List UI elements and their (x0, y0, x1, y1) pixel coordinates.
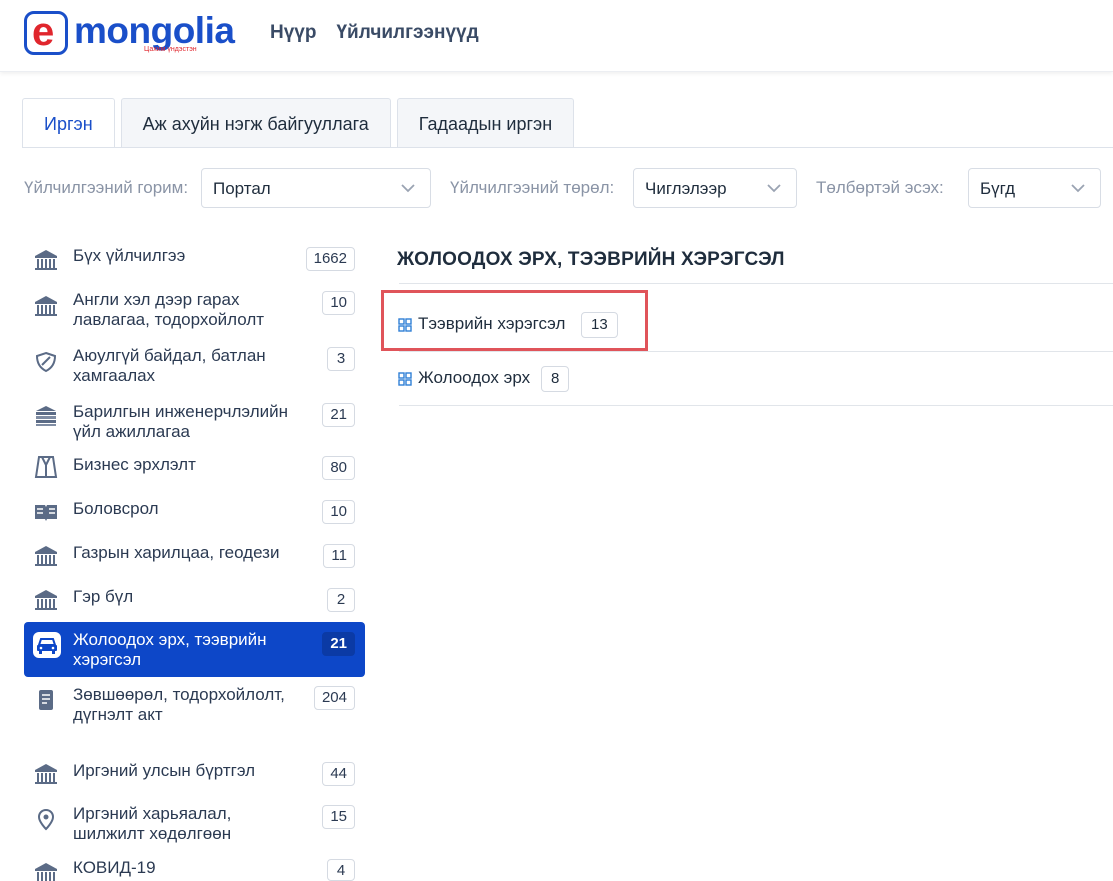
mode-filter-label: Үйлчилгээний горим: (24, 178, 189, 197)
category-count: 10 (322, 291, 355, 315)
category-label: Англи хэл дээр гарах лавлагаа, тодорхойл… (73, 290, 265, 329)
tab-foreign-citizen[interactable]: Гадаадын иргэн (396, 98, 575, 148)
category-count: 1662 (305, 247, 355, 271)
suit-icon (34, 456, 58, 478)
logo-e-box: e (24, 10, 68, 55)
category-education[interactable]: Боловсрол 10 (24, 496, 365, 540)
category-label: Боловсрол (73, 499, 159, 518)
document-icon (39, 690, 53, 710)
chevron-down-icon (401, 184, 415, 193)
building-icon (35, 296, 57, 316)
shield-icon (35, 351, 57, 373)
nav-home[interactable]: Нүүр (270, 20, 316, 46)
building-icon (35, 250, 57, 270)
category-count: 2 (327, 588, 355, 612)
category-label: КОВИД-19 (73, 858, 156, 877)
category-count: 15 (322, 805, 355, 829)
title-divider (399, 283, 1113, 284)
building-icon (35, 590, 57, 610)
category-label: Аюулгүй байдал, батлан хамгаалах (73, 346, 266, 385)
top-header: e mongolia Цахим үндэстэн Нүүр Үйлчилгээ… (0, 0, 1113, 72)
tabs-divider (22, 147, 1113, 148)
category-label: Бүх үйлчилгээ (73, 246, 186, 265)
category-label: Иргэний харьяалал, шилжилт хөдөлгөөн (73, 804, 232, 843)
car-icon (33, 632, 61, 658)
category-label: Газрын харилцаа, геодези (73, 543, 280, 562)
paid-select-value: Бүгд (980, 179, 1016, 198)
highlight-box (381, 290, 648, 351)
category-count: 10 (322, 500, 355, 524)
category-count: 11 (323, 544, 355, 568)
tab-organization[interactable]: Аж ахуйн нэгж байгууллага (120, 98, 391, 148)
category-permits-certificates[interactable]: Зөвшөөрөл, тодорхойлолт, дүгнэлт акт 204 (24, 682, 365, 754)
construction-icon (36, 406, 56, 426)
filter-bar: Үйлчилгээний горим: Портал Үйлчилгээний … (24, 168, 1113, 208)
mode-select[interactable]: Портал (201, 168, 431, 208)
book-icon (35, 505, 57, 521)
category-land-geodesy[interactable]: Газрын харилцаа, геодези 11 (24, 540, 365, 584)
paid-select[interactable]: Бүгд (968, 168, 1101, 208)
row-divider (399, 351, 1113, 352)
row-divider (399, 405, 1113, 406)
location-pin-icon (37, 808, 55, 831)
category-security-defense[interactable]: Аюулгүй байдал, батлан хамгаалах 3 (24, 340, 365, 396)
building-icon (35, 546, 57, 566)
category-covid-19[interactable]: КОВИД-19 4 (24, 854, 365, 881)
category-all-services[interactable]: Бүх үйлчилгээ 1662 (24, 232, 365, 284)
category-count: 21 (322, 403, 355, 427)
category-label: Иргэний улсын бүртгэл (73, 761, 256, 780)
category-label: Зөвшөөрөл, тодорхойлолт, дүгнэлт акт (73, 685, 285, 724)
type-select-value: Чиглэлээр (645, 179, 727, 198)
paid-filter-label: Төлбөртэй эсэх: (816, 178, 944, 197)
section-title: ЖОЛООДОХ ЭРХ, ТЭЭВРИЙН ХЭРЭГСЭЛ (397, 249, 785, 270)
category-label: Жолоодох эрх, тээврийн хэрэгсэл (73, 630, 267, 669)
type-select[interactable]: Чиглэлээр (633, 168, 797, 208)
category-count: 204 (313, 686, 355, 710)
category-count: 44 (322, 762, 355, 786)
audience-tabs: Иргэн Аж ахуйн нэгж байгууллага Гадаадын… (22, 98, 580, 148)
category-business[interactable]: Бизнес эрхлэлт 80 (24, 452, 365, 496)
main-nav: Нүүр Үйлчилгээнүүд (270, 20, 479, 46)
nav-services[interactable]: Үйлчилгээнүүд (336, 20, 478, 46)
logo-e-letter: e (32, 10, 55, 54)
category-citizenship-migration[interactable]: Иргэний харьяалал, шилжилт хөдөлгөөн 15 (24, 798, 365, 854)
category-count: 4 (327, 859, 355, 881)
subcategory-count: 8 (541, 366, 570, 392)
tab-citizen[interactable]: Иргэн (22, 98, 115, 148)
category-label: Бизнес эрхлэлт (73, 455, 196, 474)
category-label: Барилгын инженерчлэлийн үйл ажиллагаа (73, 402, 289, 441)
type-filter-label: Үйлчилгээний төрөл: (450, 178, 615, 197)
building-icon (35, 764, 57, 784)
category-driving-vehicles[interactable]: Жолоодох эрх, тээврийн хэрэгсэл 21 (24, 622, 365, 677)
grid-icon (398, 372, 412, 386)
category-label: Гэр бүл (73, 587, 134, 606)
category-count: 3 (327, 347, 355, 371)
category-count: 21 (322, 632, 355, 656)
subcategory-name: Жолоодох эрх (418, 368, 531, 387)
category-civil-registration[interactable]: Иргэний улсын бүртгэл 44 (24, 754, 365, 798)
mode-select-value: Портал (213, 179, 271, 198)
category-count: 80 (322, 456, 355, 480)
logo-subtitle: Цахим үндэстэн (144, 46, 197, 53)
chevron-down-icon (767, 184, 781, 193)
chevron-down-icon (1071, 184, 1085, 193)
building-icon (35, 863, 57, 881)
category-construction-engineering[interactable]: Барилгын инженерчлэлийн үйл ажиллагаа 21 (24, 396, 365, 452)
subcategory-driving-license[interactable]: Жолоодох эрх 8 (398, 365, 578, 395)
category-english-references[interactable]: Англи хэл дээр гарах лавлагаа, тодорхойл… (24, 284, 365, 340)
emongolia-logo[interactable]: e mongolia Цахим үндэстэн (24, 10, 235, 57)
